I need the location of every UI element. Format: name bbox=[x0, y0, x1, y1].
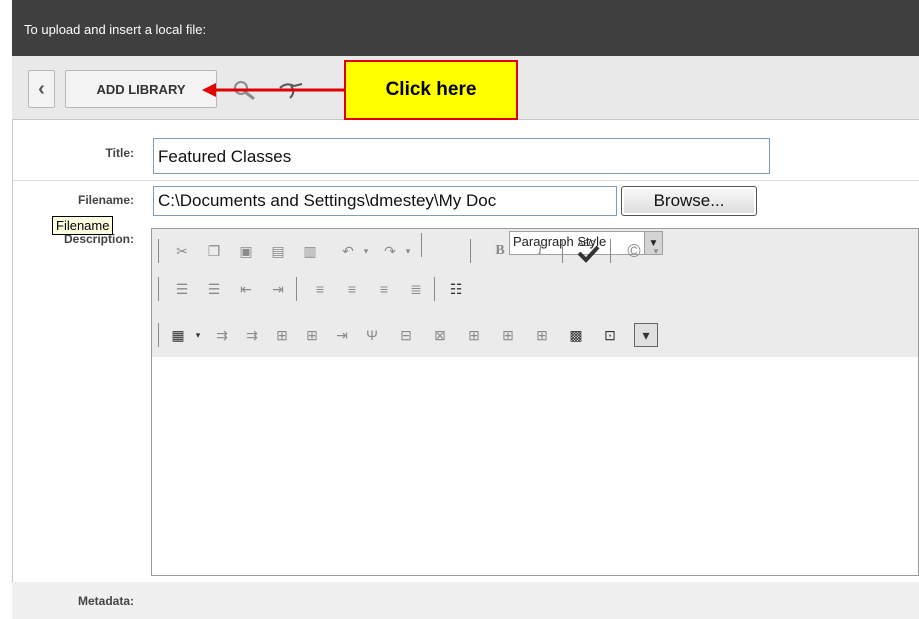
dropdown-arrow-icon[interactable]: ▾ bbox=[398, 241, 418, 261]
editor-toolbar: ✂ ❐ ▣ ▤ ▥ ↶ ▾ ↷ ▾ Paragraph Style ▼ B I … bbox=[152, 229, 918, 357]
svg-text:ABC: ABC bbox=[578, 239, 595, 248]
bulleted-list-icon[interactable]: ☰ bbox=[204, 279, 224, 299]
delete-row-icon[interactable]: Ψ bbox=[362, 325, 382, 345]
dialog-header: To upload and insert a local file: bbox=[12, 0, 919, 56]
toolbar-row-1: ✂ ❐ ▣ ▤ ▥ ↶ ▾ ↷ ▾ Paragraph Style ▼ B I … bbox=[152, 229, 918, 269]
spellcheck-icon[interactable]: ABC bbox=[576, 237, 600, 263]
toolbar-separator bbox=[158, 323, 159, 347]
paste-text-icon[interactable]: ▥ bbox=[300, 241, 320, 261]
align-left-icon[interactable]: ≡ bbox=[310, 279, 330, 299]
undo-icon[interactable]: ↶ bbox=[338, 241, 358, 261]
italic-icon[interactable]: I bbox=[530, 241, 550, 261]
delete-col-icon[interactable]: ⇥ bbox=[332, 325, 352, 345]
table-select-icon[interactable]: ▾ bbox=[634, 323, 658, 347]
paste-word-icon[interactable]: ▤ bbox=[268, 241, 288, 261]
metadata-label: Metadata: bbox=[77, 594, 134, 608]
redo-icon[interactable]: ↷ bbox=[380, 241, 400, 261]
title-input[interactable]: Featured Classes bbox=[153, 138, 770, 174]
filename-input[interactable]: C:\Documents and Settings\dmestey\My Doc bbox=[153, 186, 617, 216]
annotation-arrow bbox=[202, 83, 344, 97]
show-borders-icon[interactable]: ▩ bbox=[566, 325, 586, 345]
cut-icon[interactable]: ✂ bbox=[172, 241, 192, 261]
click-here-callout: Click here bbox=[344, 60, 518, 120]
insert-row-before-icon[interactable]: ⊞ bbox=[272, 325, 292, 345]
toolbar-separator bbox=[562, 239, 563, 263]
outdent-icon[interactable]: ⇤ bbox=[236, 279, 256, 299]
browse-button[interactable]: Browse... bbox=[621, 186, 757, 216]
paste-icon[interactable]: ▣ bbox=[236, 241, 256, 261]
line-spacing-icon[interactable]: ☷ bbox=[446, 279, 466, 299]
row-divider bbox=[12, 180, 919, 181]
filename-tooltip: Filename bbox=[52, 216, 114, 235]
justify-icon[interactable]: ≣ bbox=[406, 279, 426, 299]
bold-icon[interactable]: B bbox=[490, 241, 510, 261]
toolbar-separator bbox=[421, 233, 422, 257]
indent-icon[interactable]: ⇥ bbox=[268, 279, 288, 299]
merge-cells-icon[interactable]: ⊟ bbox=[396, 325, 416, 345]
align-right-icon[interactable]: ≡ bbox=[374, 279, 394, 299]
toolbar-row-2: ☰ ☰ ⇤ ⇥ ≡ ≡ ≡ ≣ ☷ bbox=[152, 273, 918, 313]
align-center-icon[interactable]: ≡ bbox=[342, 279, 362, 299]
toolbar-separator bbox=[296, 277, 297, 301]
header-text: To upload and insert a local file: bbox=[24, 22, 207, 37]
dropdown-arrow-icon[interactable]: ▾ bbox=[356, 241, 376, 261]
insert-col-after-icon[interactable]: ⇉ bbox=[242, 325, 262, 345]
toolbar-separator bbox=[610, 239, 611, 263]
add-library-button[interactable]: ADD LIBRARY bbox=[65, 70, 217, 108]
toolbar-separator bbox=[158, 239, 159, 263]
numbered-list-icon[interactable]: ☰ bbox=[172, 279, 192, 299]
editor-content-area[interactable] bbox=[152, 357, 918, 575]
split-cells-icon[interactable]: ⊠ bbox=[430, 325, 450, 345]
callout-text: Click here bbox=[385, 79, 477, 100]
metadata-row bbox=[12, 582, 919, 619]
dropdown-arrow-icon[interactable]: ▾ bbox=[646, 241, 666, 261]
toolbar-separator bbox=[158, 277, 159, 301]
browse-label: Browse... bbox=[653, 191, 725, 210]
insert-row-after-icon[interactable]: ⊞ bbox=[302, 325, 322, 345]
toolbar-separator bbox=[434, 277, 435, 301]
chevron-left-icon: ‹ bbox=[38, 77, 45, 100]
insert-col-before-icon[interactable]: ⇉ bbox=[212, 325, 232, 345]
back-button[interactable]: ‹ bbox=[28, 70, 55, 108]
add-library-label: ADD LIBRARY bbox=[96, 81, 186, 97]
cell-props-icon[interactable]: ⊞ bbox=[464, 325, 484, 345]
copyright-icon[interactable]: © bbox=[624, 241, 644, 261]
insert-table-rows-icon[interactable]: ⊡ bbox=[600, 325, 620, 345]
copy-icon[interactable]: ❐ bbox=[204, 241, 224, 261]
toolbar-row-3: ▦ ▾ ⇉ ⇉ ⊞ ⊞ ⇥ Ψ ⊟ ⊠ ⊞ ⊞ ⊞ ▩ ⊡ ▾ bbox=[152, 317, 918, 357]
title-label: Title: bbox=[105, 146, 134, 160]
dropdown-arrow-icon[interactable]: ▾ bbox=[188, 325, 208, 345]
toolbar-separator bbox=[470, 239, 471, 263]
table-props-icon[interactable]: ⊞ bbox=[498, 325, 518, 345]
table-style-icon[interactable]: ⊞ bbox=[532, 325, 552, 345]
table-icon[interactable]: ▦ bbox=[168, 325, 188, 345]
filename-label: Filename: bbox=[77, 193, 134, 207]
description-editor: ✂ ❐ ▣ ▤ ▥ ↶ ▾ ↷ ▾ Paragraph Style ▼ B I … bbox=[151, 228, 919, 576]
